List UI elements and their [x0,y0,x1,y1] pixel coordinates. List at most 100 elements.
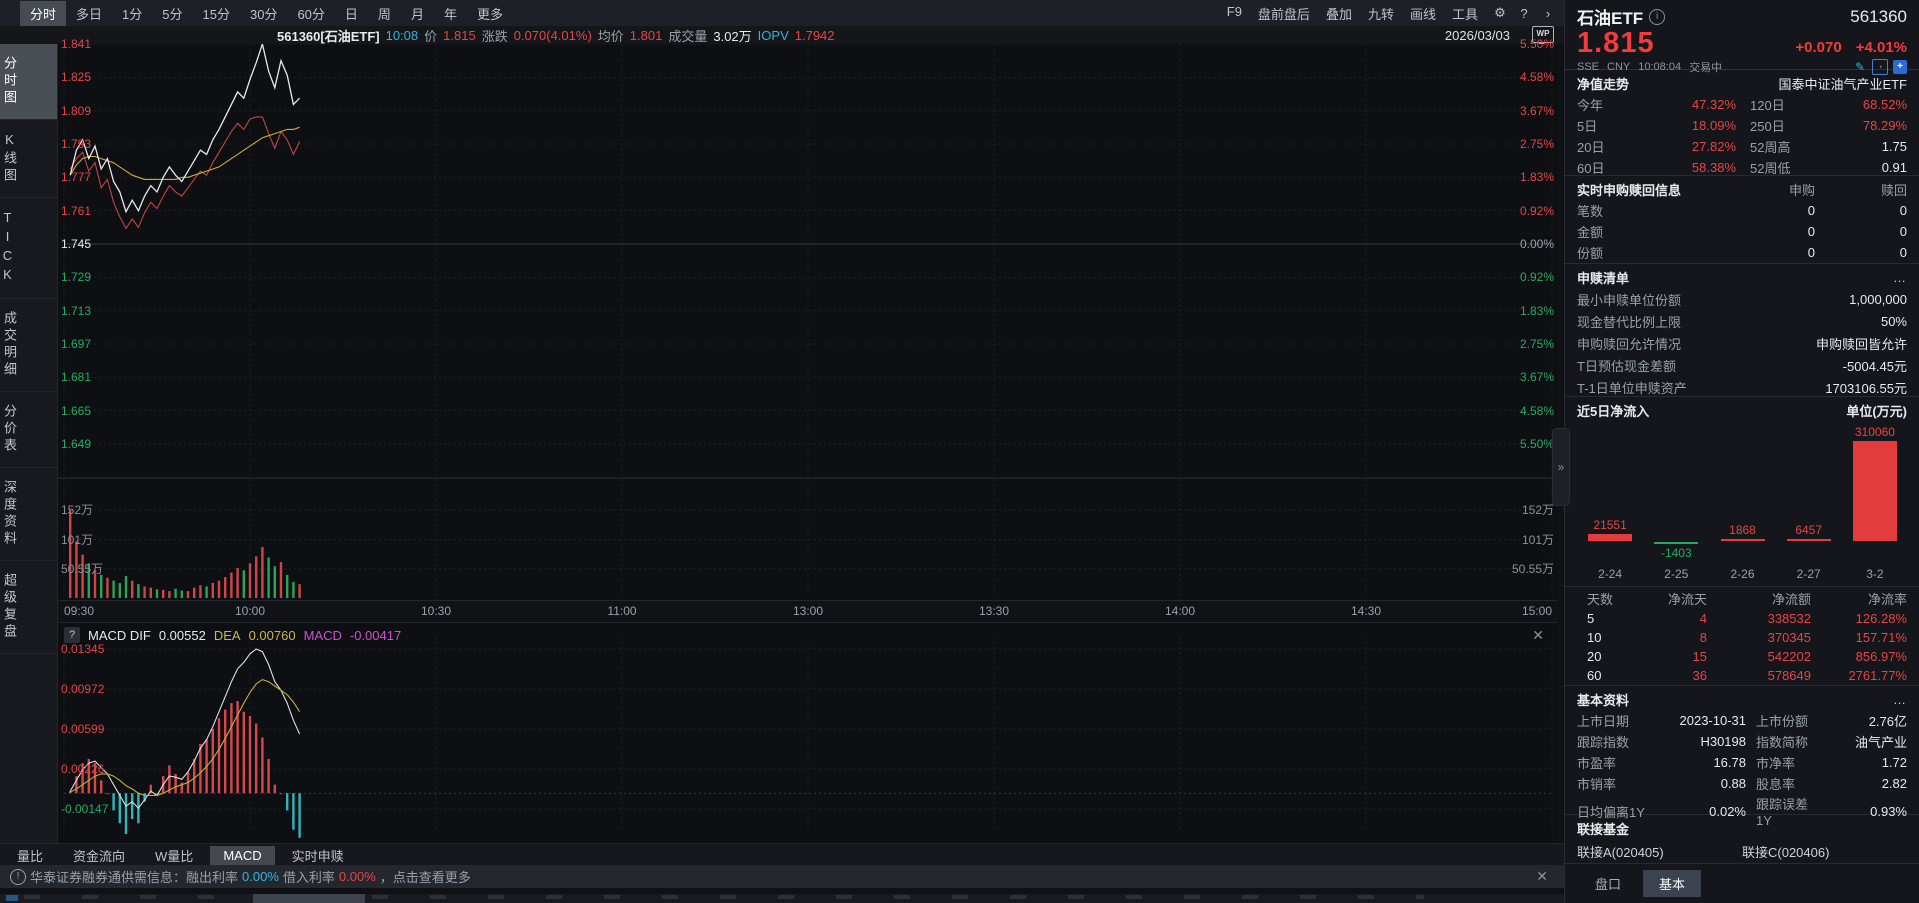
inflow-date: 2-27 [1796,567,1821,581]
redeem-value: 0 [1899,245,1907,260]
percent-axis-label: 1.83% [1519,170,1554,185]
macd-dea-label: DEA [213,627,241,643]
sidebar-view-item[interactable]: 分时图 [0,44,57,120]
list-value: 1,000,000 [1849,291,1907,307]
list-label: T日预估现金差额 [1577,358,1676,374]
sidebar-view-item[interactable]: 成交明细 [0,299,57,392]
macd-macd-label: MACD [303,627,342,643]
macd-axis-label: 0.00972 [61,682,105,696]
inflow-date: 3-2 [1866,567,1884,581]
indicator-tab[interactable]: 资金流向 [60,844,138,867]
time-axis-label: 15:00 [1521,604,1552,618]
quote-summary: 561360[石油ETF] 10:08 价 1.815 涨跌 0.070(4.0… [277,26,835,45]
period-tab[interactable]: 周 [368,1,401,26]
view-sidebar: 分时图 K线图 TICK 成交明细 分价表 深度资料 超级复盘 [0,44,58,843]
time-axis-label: 14:00 [1164,604,1196,618]
inflow-value: 21551 [1593,518,1627,533]
macd-axis-label: 0.00599 [61,722,105,736]
sidebar-view-item[interactable]: 超级复盘 [0,561,57,654]
redeem-value: 0 [1899,224,1907,239]
indicator-tab[interactable]: 实时申赎 [279,844,357,867]
toolbar-tool[interactable]: 画线 [1402,1,1444,26]
period-tab[interactable]: 60分 [287,1,334,26]
panel-collapse-handle[interactable]: » [1552,428,1570,506]
toolbar-tool[interactable]: 盘前盘后 [1250,1,1318,26]
linked-fund-c[interactable]: 联接C(020406) [1742,842,1907,861]
inflow-date: 2-25 [1664,567,1689,581]
sidebar-view-item[interactable]: 深度资料 [0,468,57,561]
nav-value: 68.52% [1862,97,1907,112]
period-tab[interactable]: 30分 [240,1,287,26]
list-label: T-1日单位申赎资产 [1577,380,1687,396]
panel-tab[interactable]: 基本 [1643,870,1702,897]
time-axis: 09:30 10:00 10:30 11:00 13:00 13:30 14:00 14:30… [58,600,1558,623]
price-axis-label: 1.825 [61,70,92,85]
time-axis-label: 14:30 [1350,604,1382,618]
iopv-label: IOPV [757,27,789,43]
volume-axis-label: 152万 [61,503,94,517]
macd-axis-label: -0.00147 [61,802,109,816]
indicator-tab[interactable]: MACD [210,845,275,865]
subscribe-value: 0 [1807,224,1815,239]
time-axis-label: 13:30 [978,604,1010,618]
toolbar-tool[interactable]: 工具 [1444,1,1486,26]
period-tab[interactable]: 日 [335,1,368,26]
nav-label: 52周高 [1750,140,1791,155]
price-axis-label: 1.713 [61,303,92,318]
period-tab[interactable]: 5分 [152,1,192,26]
close-icon[interactable]: ✕ [1536,868,1548,885]
intraday-chart[interactable]: 1.841 1.825 1.809 1.793 1.777 1.761 1.745 1.729… [58,37,1558,600]
macd-panel[interactable]: ? MACD DIF 0.00552 DEA 0.00760 MACD -0.0… [58,622,1558,844]
period-tab[interactable]: 月 [401,1,434,26]
more-button[interactable]: … [1893,270,1907,285]
close-icon[interactable]: ✕ [1532,627,1544,644]
indicator-tab[interactable]: 量比 [4,844,56,867]
help-icon[interactable]: ? [1514,6,1534,21]
sidebar-view-item[interactable]: TICK [0,198,57,299]
basic-label: 上市份额 [1756,714,1809,729]
period-tab[interactable]: 15分 [193,1,240,26]
help-icon[interactable]: ? [64,627,80,643]
period-tab[interactable]: 更多 [467,1,513,26]
more-button[interactable]: … [1893,692,1907,707]
price-axis-label: 1.809 [61,103,92,118]
indicator-tab[interactable]: W量比 [142,844,206,867]
nav-value: 1.75 [1881,139,1907,154]
inflow-bar [1852,441,1897,541]
volume-axis-label: 50.55万 [61,561,104,576]
gear-icon[interactable]: ⚙ [1490,5,1510,21]
col-net-days: 净流天 [1667,591,1707,607]
inflow-table-rows: 5 4 338532 126.28% 10 8 370345 157.71% 2… [1577,609,1907,685]
sidebar-view-item[interactable]: K线图 [0,120,57,198]
iopv-value: 1.7942 [794,27,835,43]
period-tab[interactable]: 年 [434,1,467,26]
realtime-rows: 笔数 0 0 金额 0 0 份额 0 0 [1577,200,1907,263]
cutoff-highlight [253,894,365,903]
nav-label: 52周低 [1750,161,1791,176]
period-tab[interactable]: 1分 [112,1,152,26]
toolbar-tool[interactable]: F9 [1219,1,1250,26]
percent-axis-label: 4.58% [1519,403,1554,418]
toolbar-tool[interactable]: 九转 [1360,1,1402,26]
linked-fund-a[interactable]: 联接A(020405) [1577,842,1742,861]
toolbar-tool[interactable]: 叠加 [1318,1,1360,26]
avg-value: 1.801 [629,27,663,43]
status-bar[interactable]: ! 华泰证券融券通供需信息：融出利率 0.00% 借入利率 0.00% ，点击查… [0,865,1564,888]
period-tab[interactable]: 分时 [20,0,67,26]
net-days-value: 36 [1692,668,1707,683]
info-icon[interactable]: i [1649,8,1666,25]
net-rate-value: 126.28% [1855,611,1907,626]
panel-tab[interactable]: 盘口 [1579,870,1637,897]
basic-value: 2.82 [1881,776,1907,791]
period-tab[interactable]: 多日 [66,1,112,26]
chevron-right-icon[interactable]: › [1538,6,1558,21]
basic-info-row: 市盈率 16.78 市净率 1.72 [1577,752,1907,773]
inflow-table-row: 10 8 370345 157.71% [1577,628,1907,647]
symbol-code: 561360[石油ETF] [277,28,380,44]
realtime-label: 金额 [1577,225,1604,240]
price-value: 1.815 [443,27,476,43]
sidebar-view-item[interactable]: 分价表 [0,392,57,468]
volume-axis-label: 101万 [1521,532,1554,547]
list-value: -5004.45元 [1842,358,1907,374]
volume-bars [69,510,301,598]
